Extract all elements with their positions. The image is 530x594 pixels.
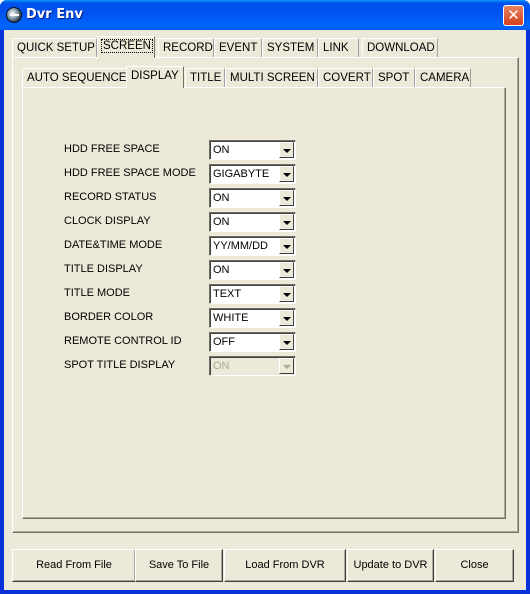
remote-control-id-select[interactable]: OFF xyxy=(209,332,296,352)
display-tab-panel: HDD FREE SPACE ON HDD FREE SPACE MODE GI… xyxy=(22,87,506,519)
dropdown-arrow-icon[interactable] xyxy=(279,286,294,302)
subtab-multi-screen[interactable]: MULTI SCREEN xyxy=(225,68,318,87)
dvr-env-window: Dvr Env ✕ QUICK SETUP SCREEN RECORD EVEN… xyxy=(0,0,530,594)
subtab-title[interactable]: TITLE xyxy=(185,68,225,87)
tab-label: AUTO SEQUENCE xyxy=(27,72,127,84)
subtab-camera[interactable]: CAMERA xyxy=(415,68,471,87)
read-from-file-button[interactable]: Read From File xyxy=(12,549,136,582)
load-from-dvr-button[interactable]: Load From DVR xyxy=(224,549,346,582)
dropdown-arrow-icon[interactable] xyxy=(279,310,294,326)
tab-link[interactable]: LINK xyxy=(318,38,359,57)
setting-label: TITLE DISPLAY xyxy=(64,263,143,275)
dropdown-arrow-icon xyxy=(279,358,294,374)
select-value: ON xyxy=(213,216,230,228)
select-value: WHITE xyxy=(213,312,249,324)
close-button[interactable]: Close xyxy=(435,549,514,582)
tab-label: COVERT xyxy=(323,72,371,84)
screen-tab-panel: AUTO SEQUENCE DISPLAY TITLE MULTI SCREEN… xyxy=(12,57,519,533)
tab-label: SCREEN xyxy=(101,39,153,53)
tab-label: TITLE xyxy=(190,72,222,84)
tab-system[interactable]: SYSTEM xyxy=(262,38,318,57)
close-x-icon: ✕ xyxy=(507,6,520,24)
window-title: Dvr Env xyxy=(26,7,83,22)
select-value: ON xyxy=(213,192,230,204)
tab-label: LINK xyxy=(323,42,349,54)
hdd-free-space-select[interactable]: ON xyxy=(209,140,296,160)
main-tab-strip: QUICK SETUP SCREEN RECORD EVENT SYSTEM L… xyxy=(12,36,438,58)
title-mode-select[interactable]: TEXT xyxy=(209,284,296,304)
dropdown-arrow-icon[interactable] xyxy=(279,214,294,230)
tab-screen[interactable]: SCREEN xyxy=(97,36,155,58)
spot-title-display-select: ON xyxy=(209,356,296,376)
setting-label: TITLE MODE xyxy=(64,287,131,299)
setting-label: HDD FREE SPACE MODE xyxy=(64,167,196,179)
setting-label: RECORD STATUS xyxy=(64,191,157,203)
setting-label: HDD FREE SPACE xyxy=(64,143,160,155)
setting-label: SPOT TITLE DISPLAY xyxy=(64,359,176,371)
dropdown-arrow-icon[interactable] xyxy=(279,262,294,278)
hdd-free-space-mode-select[interactable]: GIGABYTE xyxy=(209,164,296,184)
setting-label: DATE&TIME MODE xyxy=(64,239,163,251)
update-to-dvr-button[interactable]: Update to DVR xyxy=(347,549,434,582)
title-display-select[interactable]: ON xyxy=(209,260,296,280)
select-value: TEXT xyxy=(213,288,242,300)
select-value: OFF xyxy=(213,336,235,348)
dvr-globe-icon xyxy=(6,7,22,23)
client-area: QUICK SETUP SCREEN RECORD EVENT SYSTEM L… xyxy=(4,30,526,590)
dropdown-arrow-icon[interactable] xyxy=(279,142,294,158)
setting-label: CLOCK DISPLAY xyxy=(64,215,151,227)
border-color-select[interactable]: WHITE xyxy=(209,308,296,328)
tab-label: SYSTEM xyxy=(267,42,315,54)
subtab-spot[interactable]: SPOT xyxy=(373,68,415,87)
close-window-button[interactable]: ✕ xyxy=(503,5,524,26)
select-value: ON xyxy=(213,360,230,372)
tab-label: DOWNLOAD xyxy=(367,42,435,54)
record-status-select[interactable]: ON xyxy=(209,188,296,208)
tab-download[interactable]: DOWNLOAD xyxy=(362,38,438,57)
tab-quick-setup[interactable]: QUICK SETUP xyxy=(12,38,97,57)
dropdown-arrow-icon[interactable] xyxy=(279,166,294,182)
date-time-mode-select[interactable]: YY/MM/DD xyxy=(209,236,296,256)
tab-label: DISPLAY xyxy=(131,70,179,82)
select-value: GIGABYTE xyxy=(213,168,270,180)
tab-label: EVENT xyxy=(219,42,258,54)
save-to-file-button[interactable]: Save To File xyxy=(135,549,223,582)
subtab-covert[interactable]: COVERT xyxy=(318,68,373,87)
setting-label: REMOTE CONTROL ID xyxy=(64,335,182,347)
title-bar[interactable]: Dvr Env ✕ xyxy=(0,0,530,30)
sub-tab-strip: AUTO SEQUENCE DISPLAY TITLE MULTI SCREEN… xyxy=(22,66,482,88)
tab-label: CAMERA xyxy=(420,72,470,84)
subtab-display[interactable]: DISPLAY xyxy=(126,66,184,88)
tab-event[interactable]: EVENT xyxy=(214,38,262,57)
tab-record[interactable]: RECORD xyxy=(158,38,214,57)
subtab-auto-sequence[interactable]: AUTO SEQUENCE xyxy=(22,68,127,87)
tab-label: QUICK SETUP xyxy=(17,42,95,54)
display-settings-form: HDD FREE SPACE ON HDD FREE SPACE MODE GI… xyxy=(64,140,304,380)
select-value: ON xyxy=(213,264,230,276)
setting-label: BORDER COLOR xyxy=(64,311,154,323)
tab-label: SPOT xyxy=(378,72,410,84)
dropdown-arrow-icon[interactable] xyxy=(279,334,294,350)
tab-label: MULTI SCREEN xyxy=(230,72,315,84)
tab-label: RECORD xyxy=(163,42,213,54)
dropdown-arrow-icon[interactable] xyxy=(279,190,294,206)
select-value: YY/MM/DD xyxy=(213,240,268,252)
select-value: ON xyxy=(213,144,230,156)
dropdown-arrow-icon[interactable] xyxy=(279,238,294,254)
clock-display-select[interactable]: ON xyxy=(209,212,296,232)
